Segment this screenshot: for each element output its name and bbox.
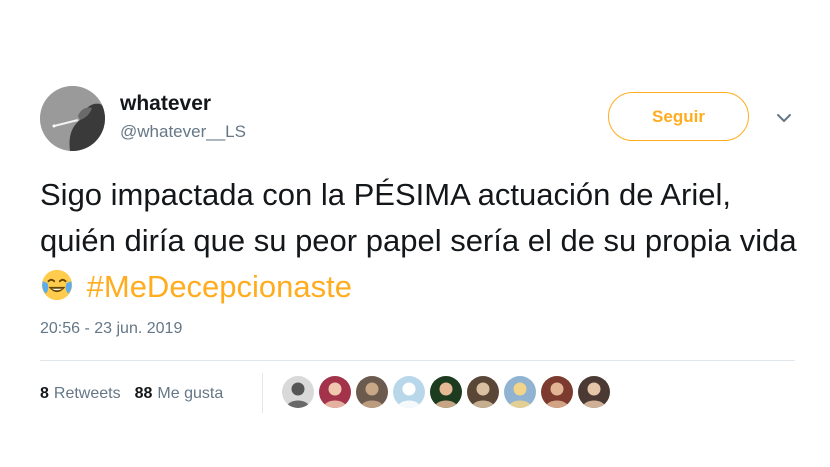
likers-avatars bbox=[282, 376, 615, 410]
retweets-label: Retweets bbox=[53, 385, 121, 402]
liker-avatar[interactable] bbox=[467, 376, 499, 408]
liker-avatar[interactable] bbox=[541, 376, 573, 408]
likes-stat[interactable]: 88 Me gusta bbox=[135, 385, 224, 403]
retweets-count: 8 bbox=[40, 385, 49, 402]
chevron-down-icon[interactable] bbox=[774, 108, 794, 128]
likes-count: 88 bbox=[134, 385, 153, 402]
divider bbox=[40, 360, 795, 361]
tears-of-joy-emoji-icon bbox=[41, 269, 73, 301]
author-name[interactable]: whatever bbox=[120, 92, 211, 116]
tweet-text: Sigo impactada con la PÉSIMA actuación d… bbox=[40, 172, 800, 310]
liker-avatar[interactable] bbox=[319, 376, 351, 408]
liker-avatar[interactable] bbox=[282, 376, 314, 408]
avatar[interactable] bbox=[40, 86, 105, 151]
likes-label: Me gusta bbox=[157, 385, 224, 402]
retweets-stat[interactable]: 8 Retweets bbox=[40, 385, 121, 403]
author-handle[interactable]: @whatever__LS bbox=[120, 122, 246, 142]
liker-avatar[interactable] bbox=[356, 376, 388, 408]
hashtag-link[interactable]: #MeDecepcionaste bbox=[87, 269, 352, 304]
tweet-stats: 8 Retweets 88 Me gusta bbox=[40, 383, 237, 405]
liker-avatar[interactable] bbox=[578, 376, 610, 408]
stats-separator bbox=[262, 373, 263, 413]
avatar-portrait-icon bbox=[40, 86, 105, 151]
liker-avatar[interactable] bbox=[430, 376, 462, 408]
tweet-card: whatever @whatever__LS Seguir Sigo impac… bbox=[0, 0, 830, 467]
liker-avatar[interactable] bbox=[504, 376, 536, 408]
liker-avatar[interactable] bbox=[393, 376, 425, 408]
tweet-body: Sigo impactada con la PÉSIMA actuación d… bbox=[40, 177, 797, 258]
tweet-timestamp[interactable]: 20:56 - 23 jun. 2019 bbox=[40, 320, 182, 338]
follow-button[interactable]: Seguir bbox=[608, 92, 749, 141]
